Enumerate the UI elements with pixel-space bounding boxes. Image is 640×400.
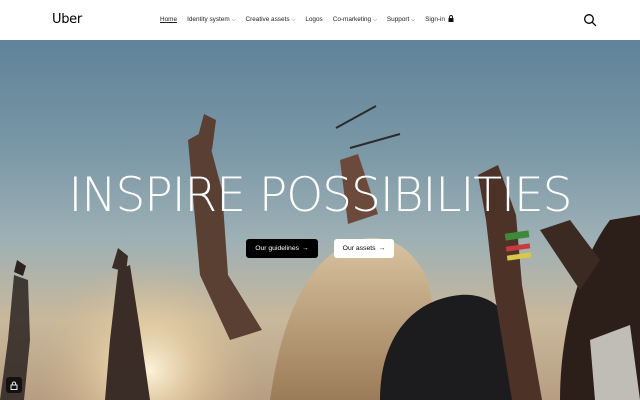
nav-creative-assets[interactable]: Creative assets ⌵: [245, 16, 295, 23]
nav-support[interactable]: Support ⌵: [387, 16, 415, 23]
chevron-down-icon: ⌵: [291, 16, 296, 23]
our-assets-button[interactable]: Our assets →: [334, 239, 394, 258]
chevron-down-icon: ⌵: [373, 16, 377, 23]
nav-logos[interactable]: Logos: [305, 16, 322, 23]
lock-icon: [10, 381, 18, 390]
nav-identity-system[interactable]: Identity system ⌵: [187, 16, 235, 23]
site-header: Uber Home Identity system ⌵ Creative ass…: [0, 0, 640, 40]
search-icon[interactable]: [583, 13, 597, 27]
nav-support-label: Support: [386, 16, 410, 23]
lock-icon: [448, 15, 454, 24]
nav-sign-in-label: Sign-in: [425, 16, 445, 23]
nav-creative-assets-label: Creative assets: [245, 16, 290, 23]
our-guidelines-label: Our guidelines: [255, 245, 300, 252]
chevron-down-icon: ⌵: [231, 16, 236, 23]
nav-co-marketing-label: Co-marketing: [332, 16, 372, 23]
our-assets-label: Our assets: [342, 245, 376, 252]
chevron-down-icon: ⌵: [411, 16, 416, 23]
nav-logos-label: Logos: [305, 16, 323, 23]
arrow-right-icon: →: [378, 245, 386, 252]
hero-headline: INSPIRE POSSIBILITIES: [68, 168, 573, 223]
arrow-right-icon: →: [302, 245, 309, 252]
our-guidelines-button[interactable]: Our guidelines →: [246, 239, 318, 258]
nav-identity-system-label: Identity system: [187, 16, 230, 23]
hero-section: INSPIRE POSSIBILITIES Our guidelines → O…: [0, 40, 640, 400]
nav-co-marketing[interactable]: Co-marketing ⌵: [333, 16, 377, 23]
nav-home[interactable]: Home: [160, 16, 177, 23]
nav-home-label: Home: [160, 16, 178, 23]
main-nav: Home Identity system ⌵ Creative assets ⌵…: [160, 15, 464, 24]
privacy-lock-button[interactable]: [6, 377, 22, 393]
nav-sign-in[interactable]: Sign-in: [425, 15, 454, 24]
uber-logo[interactable]: Uber: [52, 12, 82, 27]
